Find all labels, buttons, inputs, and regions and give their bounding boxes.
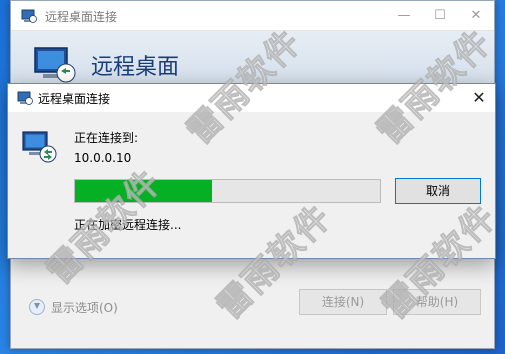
dialog-title: 远程桌面连接 [38,92,111,106]
maximize-button[interactable]: ☐ [422,1,458,31]
main-header: 远程桌面 [11,31,494,91]
help-button[interactable]: 帮助(H) [393,289,481,315]
connection-status: 正在加密远程连接... [74,218,182,232]
show-options-toggle[interactable]: 显示选项(O) [29,296,118,318]
connect-button[interactable]: 连接(N) [299,289,387,315]
remote-desktop-icon [21,9,37,23]
connecting-label: 正在连接到: [74,131,139,145]
remote-desktop-icon [34,47,76,83]
dialog-titlebar[interactable]: 远程桌面连接 ✕ [8,84,495,112]
dialog-close-button[interactable]: ✕ [463,84,495,112]
progress-fill [75,180,213,202]
show-options-label: 显示选项(O) [51,300,118,315]
chevron-down-icon [29,299,45,315]
close-button[interactable]: ✕ [458,1,494,31]
computer-connect-icon [22,131,57,163]
connection-progress-bar [74,179,381,203]
remote-desktop-icon [17,91,33,105]
minimize-button[interactable]: — [386,1,422,31]
header-title: 远程桌面 [91,55,180,80]
cancel-button[interactable]: 取消 [395,178,481,204]
main-window-title: 远程桌面连接 [45,10,118,24]
connecting-dialog: 远程桌面连接 ✕ 正在连接到: 10.0.0.10 取消 正在加密远程连接... [7,83,496,259]
remote-address: 10.0.0.10 [74,151,132,165]
main-titlebar[interactable]: 远程桌面连接 — ☐ ✕ [11,1,494,31]
